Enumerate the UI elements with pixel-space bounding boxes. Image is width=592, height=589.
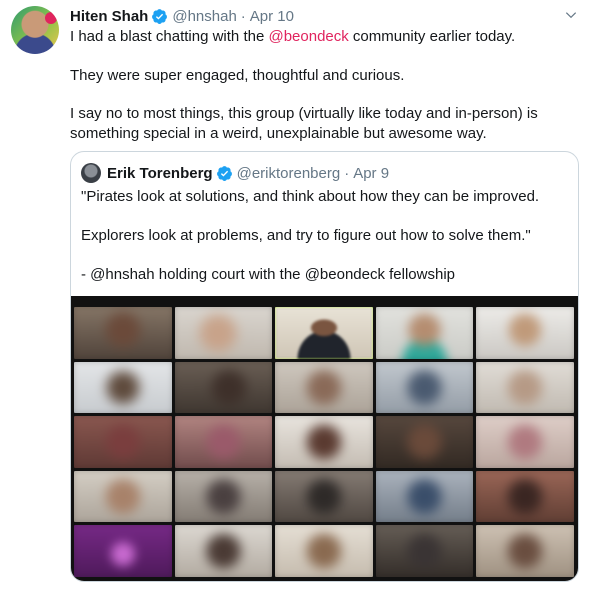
mention-link[interactable]: @beondeck xyxy=(268,28,348,45)
tweet-text: I had a blast chatting with the @beondec… xyxy=(70,27,580,143)
participant-tile xyxy=(174,307,273,359)
participant-tile xyxy=(476,416,574,468)
verified-badge-icon xyxy=(216,165,232,181)
quoted-author-handle: @eriktorenberg xyxy=(236,164,341,182)
participant-tile xyxy=(375,416,474,468)
participant-tile xyxy=(174,416,273,468)
participant-grid xyxy=(74,307,574,577)
participant-tile xyxy=(74,416,172,468)
quoted-tweet-text: "Pirates look at solutions, and think ab… xyxy=(81,187,571,284)
tweet-header: Hiten Shah @hnshah · Apr 10 xyxy=(70,6,294,26)
tweet-paragraph-3: I say no to most things, this group (vir… xyxy=(70,105,538,142)
participant-tile xyxy=(275,470,373,523)
participant-tile xyxy=(375,470,474,523)
tweet-date[interactable]: Apr 10 xyxy=(250,8,294,25)
participant-tile xyxy=(476,525,574,577)
quoted-paragraph-1: "Pirates look at solutions, and think ab… xyxy=(81,188,540,205)
verified-badge-icon xyxy=(152,8,168,24)
participant-tile xyxy=(275,361,373,414)
avatar-badge xyxy=(45,12,57,24)
participant-tile xyxy=(375,525,474,577)
participant-tile xyxy=(476,307,574,359)
participant-tile xyxy=(74,525,172,577)
quoted-author-avatar xyxy=(81,163,101,183)
author-avatar[interactable] xyxy=(11,6,59,54)
participant-tile xyxy=(174,525,273,577)
separator-dot: · xyxy=(240,7,246,25)
participant-tile xyxy=(476,361,574,414)
quoted-tweet-header: Erik Torenberg @eriktorenberg · Apr 9 xyxy=(81,162,389,184)
participant-tile xyxy=(275,525,373,577)
participant-tile xyxy=(74,470,172,523)
tweet-paragraph-1: I had a blast chatting with the @beondec… xyxy=(70,28,516,45)
author-handle[interactable]: @hnshah xyxy=(172,8,236,25)
participant-tile xyxy=(375,307,474,359)
participant-tile xyxy=(74,361,172,414)
participant-tile xyxy=(476,470,574,523)
quoted-tweet[interactable]: Erik Torenberg @eriktorenberg · Apr 9 "P… xyxy=(70,151,579,582)
participant-tile xyxy=(275,416,373,468)
tweet-paragraph-2: They were super engaged, thoughtful and … xyxy=(70,66,405,84)
participant-tile xyxy=(375,361,474,414)
quoted-paragraph-3: - @hnshah holding court with the @beonde… xyxy=(81,266,456,283)
author-name[interactable]: Hiten Shah xyxy=(70,8,148,25)
quoted-tweet-date: Apr 9 xyxy=(353,164,390,182)
participant-tile xyxy=(174,361,273,414)
quoted-paragraph-2: Explorers look at problems, and try to f… xyxy=(81,227,531,244)
participant-tile xyxy=(74,307,172,359)
separator-dot: · xyxy=(344,164,350,182)
video-call-screenshot[interactable] xyxy=(71,296,578,581)
active-speaker-tile xyxy=(275,307,373,359)
chevron-down-icon[interactable] xyxy=(564,8,578,22)
participant-tile xyxy=(174,470,273,523)
quoted-author-name: Erik Torenberg xyxy=(107,164,213,182)
